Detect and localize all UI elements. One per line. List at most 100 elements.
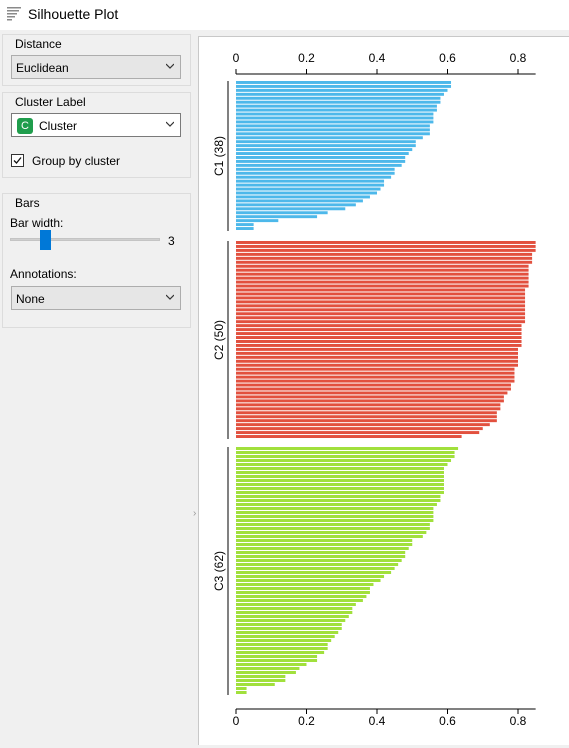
- silhouette-bar: [236, 128, 430, 132]
- silhouette-bar: [236, 379, 515, 383]
- silhouette-bar: [236, 607, 353, 610]
- silhouette-bar: [236, 655, 318, 658]
- silhouette-bar: [236, 108, 437, 112]
- silhouette-bar: [236, 312, 526, 316]
- silhouette-bar: [236, 583, 374, 586]
- silhouette-bar: [236, 459, 452, 462]
- cluster-label: C2 (50): [212, 320, 226, 360]
- silhouette-bar: [236, 523, 430, 526]
- silhouette-bar: [236, 144, 416, 148]
- silhouette-bar: [236, 419, 497, 423]
- silhouette-bar: [236, 627, 342, 630]
- chevron-down-icon: [166, 121, 174, 127]
- silhouette-bar: [236, 120, 434, 124]
- window-title: Silhouette Plot: [28, 6, 119, 22]
- title-bar: Silhouette Plot: [0, 0, 569, 30]
- top-x-tick-label: 0.2: [298, 51, 315, 65]
- silhouette-bar: [236, 663, 307, 666]
- bar-width-slider-handle[interactable]: [40, 230, 51, 250]
- silhouette-bar: [236, 136, 423, 140]
- splitter-handle-icon[interactable]: ›: [193, 508, 196, 519]
- distance-group: Distance Euclidean: [2, 34, 191, 86]
- silhouette-bar: [236, 647, 328, 650]
- silhouette-bar: [236, 599, 363, 602]
- group-by-cluster-label: Group by cluster: [32, 154, 121, 168]
- silhouette-bar: [236, 651, 325, 654]
- bar-width-slider-track[interactable]: [10, 238, 160, 241]
- silhouette-bar: [236, 367, 515, 371]
- silhouette-bar: [236, 415, 497, 419]
- silhouette-bar: [236, 611, 353, 614]
- silhouette-bar: [236, 264, 529, 268]
- distance-dropdown[interactable]: Euclidean: [11, 55, 181, 79]
- silhouette-bar: [236, 288, 526, 292]
- silhouette-bar: [236, 535, 423, 538]
- silhouette-bar: [236, 328, 522, 332]
- cluster-label: C1 (38): [212, 136, 226, 176]
- chevron-down-icon: [166, 63, 174, 69]
- silhouette-bar: [236, 411, 497, 415]
- silhouette-bar: [236, 563, 399, 566]
- silhouette-bar: [236, 591, 370, 594]
- silhouette-bar: [236, 475, 444, 478]
- silhouette-bar: [236, 675, 286, 678]
- silhouette-bar: [236, 175, 392, 179]
- silhouette-bar: [236, 499, 441, 502]
- silhouette-bar: [236, 403, 501, 407]
- silhouette-bar: [236, 387, 511, 391]
- cluster-label-group-title: Cluster Label: [15, 95, 86, 109]
- silhouette-plot-icon: [7, 7, 21, 21]
- silhouette-bar: [236, 363, 518, 367]
- silhouette-bar: [236, 579, 381, 582]
- silhouette-bar: [236, 183, 385, 187]
- silhouette-bar: [236, 159, 406, 163]
- silhouette-bar: [236, 296, 526, 300]
- control-sidebar: Distance Euclidean Cluster Label C Clust…: [0, 30, 197, 744]
- categorical-variable-icon: C: [17, 118, 33, 134]
- silhouette-bar: [236, 351, 518, 355]
- silhouette-bar: [236, 431, 480, 435]
- silhouette-bar: [236, 515, 434, 518]
- distance-group-title: Distance: [15, 37, 62, 51]
- silhouette-bar: [236, 659, 318, 662]
- silhouette-bar: [236, 112, 434, 116]
- silhouette-bar: [236, 667, 300, 670]
- silhouette-bar: [236, 252, 533, 256]
- silhouette-bar: [236, 227, 254, 230]
- annotations-dropdown[interactable]: None: [11, 286, 181, 310]
- silhouette-bar: [236, 455, 455, 458]
- silhouette-bar: [236, 407, 501, 411]
- silhouette-bar: [236, 619, 346, 622]
- silhouette-bar: [236, 643, 328, 646]
- bottom-x-tick-label: 0: [233, 714, 240, 728]
- silhouette-bar: [236, 256, 533, 260]
- silhouette-bar: [236, 615, 349, 618]
- silhouette-bar: [236, 575, 385, 578]
- silhouette-bar: [236, 268, 529, 272]
- silhouette-bar: [236, 191, 377, 195]
- silhouette-bar: [236, 479, 444, 482]
- silhouette-bar: [236, 399, 504, 403]
- silhouette-bar: [236, 639, 332, 642]
- silhouette-bar: [236, 187, 381, 191]
- group-by-cluster-checkbox[interactable]: [11, 154, 24, 167]
- checkmark-icon: [13, 157, 22, 164]
- silhouette-bar: [236, 195, 370, 199]
- silhouette-bar: [236, 347, 518, 351]
- silhouette-bar: [236, 320, 526, 324]
- silhouette-bar: [236, 336, 522, 339]
- silhouette-bar: [236, 595, 367, 598]
- annotations-value: None: [16, 292, 45, 306]
- silhouette-bar: [236, 207, 346, 211]
- silhouette-bar: [236, 423, 490, 427]
- silhouette-bar: [236, 427, 483, 431]
- silhouette-bar: [236, 343, 522, 347]
- silhouette-bar: [236, 171, 395, 175]
- silhouette-bar: [236, 308, 526, 312]
- silhouette-bar: [236, 179, 385, 183]
- top-x-tick-label: 0.6: [439, 51, 456, 65]
- bars-group: Bars Bar width: 3 Annotations: None: [2, 193, 191, 328]
- silhouette-bar: [236, 284, 529, 288]
- silhouette-bar: [236, 152, 409, 155]
- cluster-label-dropdown[interactable]: C Cluster: [11, 113, 181, 137]
